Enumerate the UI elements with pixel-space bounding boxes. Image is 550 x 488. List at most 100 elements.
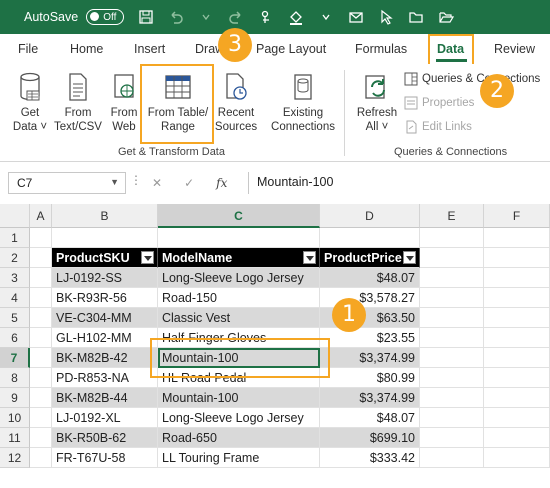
row-header-8[interactable]: 8 [0, 368, 30, 388]
empty-cell[interactable] [484, 368, 550, 388]
empty-cell[interactable] [420, 228, 484, 248]
empty-cell[interactable] [420, 288, 484, 308]
empty-cell[interactable] [484, 428, 550, 448]
undo-dropdown-icon[interactable] [198, 9, 214, 25]
empty-cell[interactable] [420, 348, 484, 368]
table-cell[interactable]: GL-H102-MM [52, 328, 158, 348]
table-cell[interactable]: BK-M82B-42 [52, 348, 158, 368]
edit-links-button[interactable]: Edit Links [404, 120, 472, 134]
row-header-9[interactable]: 9 [0, 388, 30, 408]
select-all-corner[interactable] [0, 204, 30, 228]
empty-cell[interactable] [484, 228, 550, 248]
email-icon[interactable] [348, 9, 364, 25]
table-cell[interactable]: FR-T67U-58 [52, 448, 158, 468]
table-cell[interactable]: PD-R853-NA [52, 368, 158, 388]
empty-cell[interactable] [484, 408, 550, 428]
tab-formulas[interactable]: Formulas [355, 42, 407, 56]
open-folder-icon[interactable] [438, 9, 455, 25]
table-header-cell[interactable]: ModelName [158, 248, 320, 268]
fill-color-icon[interactable] [288, 9, 304, 25]
table-cell[interactable]: $48.07 [320, 408, 420, 428]
recent-sources-button[interactable]: Recent Sources [214, 72, 258, 134]
redo-icon[interactable] [228, 9, 244, 25]
table-cell[interactable]: $23.55 [320, 328, 420, 348]
empty-cell[interactable] [30, 348, 52, 368]
touch-mode-icon[interactable] [258, 9, 274, 25]
tab-home[interactable]: Home [70, 42, 103, 56]
row-header-12[interactable]: 12 [0, 448, 30, 468]
empty-cell[interactable] [30, 368, 52, 388]
row-header-5[interactable]: 5 [0, 308, 30, 328]
table-cell[interactable]: Long-Sleeve Logo Jersey [158, 268, 320, 288]
empty-cell[interactable] [484, 348, 550, 368]
empty-cell[interactable] [52, 228, 158, 248]
filter-dropdown-icon[interactable] [141, 251, 154, 264]
refresh-all-button[interactable]: Refresh All ˅ [354, 72, 400, 134]
get-data-button[interactable]: Get Data ˅ [10, 72, 50, 134]
row-header-6[interactable]: 6 [0, 328, 30, 348]
empty-cell[interactable] [420, 428, 484, 448]
existing-connections-button[interactable]: Existing Connections [266, 72, 340, 134]
cancel-icon[interactable]: ✕ [152, 176, 162, 190]
empty-cell[interactable] [484, 268, 550, 288]
empty-cell[interactable] [420, 408, 484, 428]
row-header-10[interactable]: 10 [0, 408, 30, 428]
row-header-7[interactable]: 7 [0, 348, 30, 368]
table-cell[interactable]: $333.42 [320, 448, 420, 468]
table-cell[interactable]: BK-M82B-44 [52, 388, 158, 408]
empty-cell[interactable] [30, 228, 52, 248]
empty-cell[interactable] [484, 288, 550, 308]
table-cell[interactable]: $48.07 [320, 268, 420, 288]
empty-cell[interactable] [30, 408, 52, 428]
empty-cell[interactable] [484, 308, 550, 328]
column-header-b[interactable]: B [52, 204, 158, 228]
filter-dropdown-icon[interactable] [303, 251, 316, 264]
autosave-toggle[interactable]: Off [86, 9, 125, 25]
table-cell[interactable]: Road-150 [158, 288, 320, 308]
empty-cell[interactable] [30, 328, 52, 348]
cursor-icon[interactable] [378, 9, 394, 25]
empty-cell[interactable] [484, 248, 550, 268]
empty-cell[interactable] [30, 388, 52, 408]
empty-cell[interactable] [158, 228, 320, 248]
table-cell[interactable]: LJ-0192-SS [52, 268, 158, 288]
row-header-2[interactable]: 2 [0, 248, 30, 268]
table-cell[interactable]: LL Touring Frame [158, 448, 320, 468]
column-header-c[interactable]: C [158, 204, 320, 228]
save-icon[interactable] [138, 9, 154, 25]
dropdown-icon[interactable] [318, 9, 334, 25]
empty-cell[interactable] [420, 448, 484, 468]
table-cell[interactable]: BK-R93R-56 [52, 288, 158, 308]
from-text-csv-button[interactable]: From Text/CSV [52, 72, 104, 134]
empty-cell[interactable] [420, 248, 484, 268]
empty-cell[interactable] [30, 448, 52, 468]
table-cell[interactable]: LJ-0192-XL [52, 408, 158, 428]
table-cell[interactable]: $3,374.99 [320, 388, 420, 408]
empty-cell[interactable] [420, 308, 484, 328]
table-cell[interactable]: VE-C304-MM [52, 308, 158, 328]
tab-review[interactable]: Review [494, 42, 535, 56]
empty-cell[interactable] [30, 268, 52, 288]
empty-cell[interactable] [420, 368, 484, 388]
column-header-e[interactable]: E [420, 204, 484, 228]
row-header-3[interactable]: 3 [0, 268, 30, 288]
name-box[interactable]: C7 ▼ [8, 172, 126, 194]
tab-page-layout[interactable]: Page Layout [256, 42, 326, 56]
empty-cell[interactable] [30, 308, 52, 328]
table-cell[interactable]: $3,374.99 [320, 348, 420, 368]
row-header-11[interactable]: 11 [0, 428, 30, 448]
name-box-dropdown-icon[interactable]: ▼ [110, 177, 119, 187]
row-header-4[interactable]: 4 [0, 288, 30, 308]
table-cell[interactable]: BK-R50B-62 [52, 428, 158, 448]
empty-cell[interactable] [30, 428, 52, 448]
from-web-button[interactable]: From Web [106, 72, 142, 134]
insert-function-icon[interactable]: fx [216, 176, 227, 190]
tab-insert[interactable]: Insert [134, 42, 165, 56]
queries-connections-button[interactable]: Queries & Connections [404, 72, 540, 86]
empty-cell[interactable] [484, 388, 550, 408]
empty-cell[interactable] [420, 328, 484, 348]
row-header-1[interactable]: 1 [0, 228, 30, 248]
formula-input[interactable]: Mountain-100 [248, 172, 544, 194]
table-cell[interactable]: $699.10 [320, 428, 420, 448]
table-cell[interactable]: Mountain-100 [158, 388, 320, 408]
